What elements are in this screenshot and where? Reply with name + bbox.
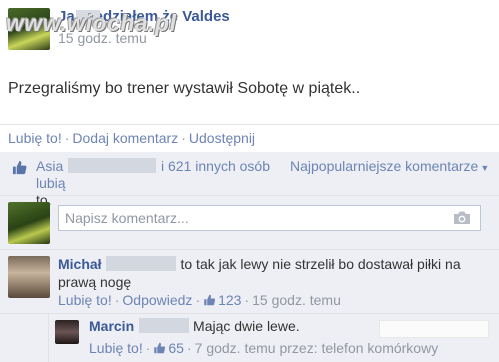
likes-summary-row: Asia i 621 innych osób lubią to. Najpopu… xyxy=(0,152,499,208)
comment-like-count[interactable]: 123 xyxy=(203,292,241,308)
thumbs-up-icon xyxy=(204,294,216,306)
feedback-section: Asia i 621 innych osób lubią to. Najpopu… xyxy=(0,152,499,362)
redaction-block xyxy=(106,256,177,271)
like-post-link[interactable]: Lubię to! xyxy=(8,130,62,146)
replier-avatar[interactable] xyxy=(55,320,79,344)
comment-reply-link[interactable]: Odpowiedz xyxy=(122,292,192,308)
comment-meta: Lubię to! · Odpowiedz · 123 · 15 godz. temu xyxy=(58,292,341,308)
watermark: www.wiocha.pl xyxy=(6,10,177,36)
share-link[interactable]: Udostępnij xyxy=(189,130,255,146)
liker-name[interactable]: Asia xyxy=(36,158,63,174)
reply-like-count[interactable]: 65 xyxy=(153,340,184,356)
comment-input[interactable] xyxy=(58,205,481,231)
comment-item: Michał to tak jak lewy nie strzelił bo d… xyxy=(0,250,499,314)
post-text: Przegraliśmy bo trener wystawił Sobotę w… xyxy=(8,80,361,97)
reply-item: Marcin Mając dwie lewe. Lubię to! · 65 · 7 g… xyxy=(48,314,499,362)
separator-dot: · xyxy=(114,292,120,308)
comment-sort-label: Najpopularniejsze komentarze xyxy=(290,158,479,174)
reply-time[interactable]: 7 godz. temu przez: telefon komórkowy xyxy=(195,340,439,356)
separator-dot: · xyxy=(64,130,70,146)
like-count-value: 123 xyxy=(218,292,242,308)
chevron-down-icon: ▼ xyxy=(480,163,490,173)
redaction-block xyxy=(68,158,157,173)
separator-dot: · xyxy=(195,292,201,308)
separator-dot: · xyxy=(186,340,192,356)
comment-author[interactable]: Michał xyxy=(58,256,102,272)
separator-dot: · xyxy=(244,292,250,308)
post-header: Ja wiedziałem że Valdes 15 godz. temu ww… xyxy=(0,0,499,58)
separator-dot: · xyxy=(145,340,151,356)
commenter-avatar[interactable] xyxy=(8,256,50,298)
add-comment-link[interactable]: Dodaj komentarz xyxy=(72,130,178,146)
separator-dot: · xyxy=(181,130,186,146)
comment-time[interactable]: 15 godz. temu xyxy=(252,292,341,308)
reply-author[interactable]: Marcin xyxy=(89,318,134,334)
comment-composer xyxy=(0,196,499,250)
thumbs-up-icon xyxy=(154,342,166,354)
current-user-avatar xyxy=(8,202,50,244)
reply-body: Marcin Mając dwie lewe. xyxy=(89,318,300,336)
reply-like-link[interactable]: Lubię to! xyxy=(89,340,143,356)
redaction-block xyxy=(379,320,489,338)
comment-sort-dropdown[interactable]: Najpopularniejsze komentarze ▼ xyxy=(290,158,489,174)
reply-meta: Lubię to! · 65 · 7 godz. temu przez: telefon… xyxy=(89,340,438,356)
thumbs-up-icon xyxy=(12,160,27,175)
reply-text: Mając dwie lewe. xyxy=(193,318,300,334)
camera-icon[interactable] xyxy=(452,210,472,226)
redaction-block xyxy=(138,318,189,333)
comment-like-link[interactable]: Lubię to! xyxy=(58,292,112,308)
comment-body: Michał to tak jak lewy nie strzelił bo d… xyxy=(58,256,478,292)
post-action-bar: Lubię to! · Dodaj komentarz · Udostępnij xyxy=(0,124,499,152)
like-count-value: 65 xyxy=(168,340,184,356)
